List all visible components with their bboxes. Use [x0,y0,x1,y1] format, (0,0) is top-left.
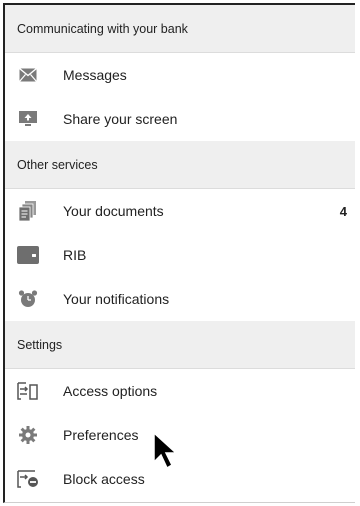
section-header-communicating: Communicating with your bank [5,5,355,53]
menu-item-documents[interactable]: Your documents 4 [5,189,355,233]
menu-item-share-screen[interactable]: Share your screen [5,97,355,141]
section-header-settings: Settings [5,321,355,369]
menu-item-label: Access options [63,383,158,399]
alarm-clock-icon [17,288,39,310]
menu-item-access-options[interactable]: Access options [5,369,355,413]
block-access-icon [17,468,39,490]
section-header-other-services: Other services [5,141,355,189]
menu-item-messages[interactable]: Messages [5,53,355,97]
access-options-icon [17,380,39,402]
menu-item-notifications[interactable]: Your notifications [5,277,355,321]
menu-item-label: Your notifications [63,291,170,307]
menu-item-label: Your documents [63,203,164,219]
mouse-pointer-icon [153,432,178,470]
menu-item-label: Block access [63,471,145,487]
envelope-icon [17,64,39,86]
menu-item-label: Messages [63,67,127,83]
documents-count-badge: 4 [339,203,347,219]
section-title: Settings [17,337,63,352]
section-title: Other services [17,157,98,172]
menu-item-rib[interactable]: RIB [5,233,355,277]
menu-item-label: Share your screen [63,111,178,127]
section-title: Communicating with your bank [17,21,188,36]
gear-icon [17,424,39,446]
screen-share-icon [17,108,39,130]
documents-icon [17,200,39,222]
menu-item-label: Preferences [63,427,139,443]
wallet-icon [17,244,39,266]
menu-item-label: RIB [63,247,87,263]
services-menu: Communicating with your bank Messages Sh… [3,3,355,503]
